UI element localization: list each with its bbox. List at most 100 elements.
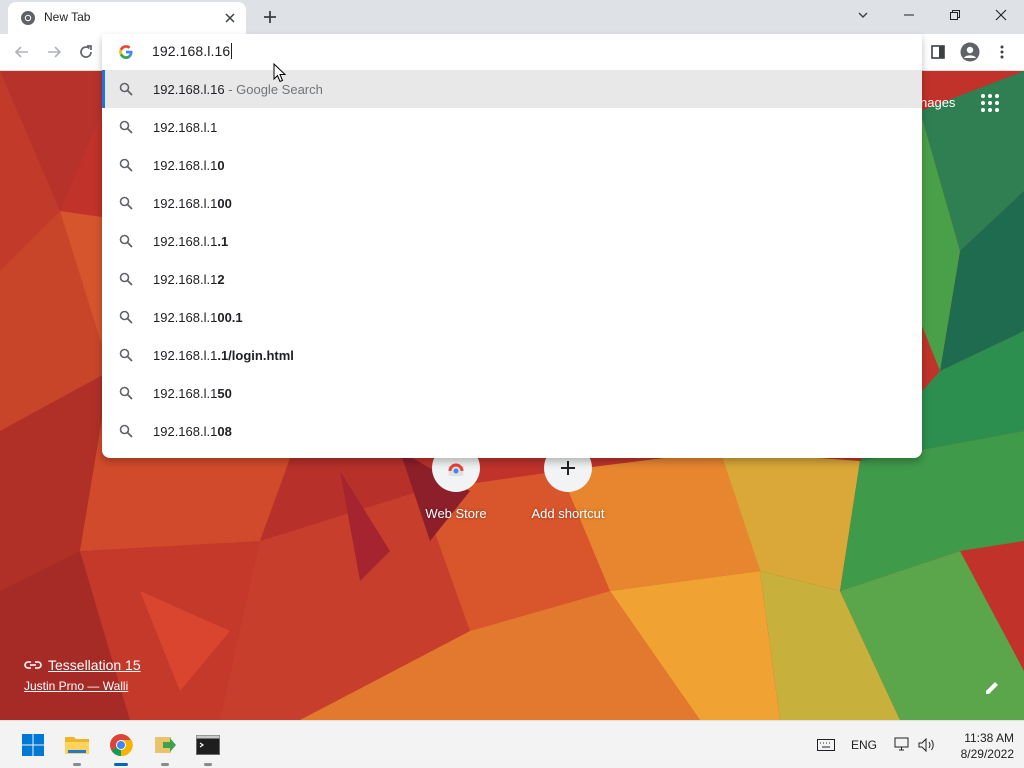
running-indicator — [73, 763, 81, 766]
taskbar-app[interactable] — [149, 729, 181, 766]
system-tray-icons[interactable] — [890, 735, 940, 755]
suggestion-completion: 2 — [217, 272, 225, 287]
touch-keyboard-icon — [817, 739, 835, 751]
active-indicator — [114, 763, 128, 766]
reload-button[interactable] — [74, 40, 98, 64]
keyboard-tray-button[interactable] — [816, 735, 836, 755]
running-indicator — [204, 763, 212, 766]
google-apps-grid-icon[interactable] — [980, 93, 1000, 113]
search-icon — [119, 272, 133, 286]
tab-search-button[interactable] — [840, 0, 886, 30]
attribution-author-link[interactable]: Justin Prno — Walli — [24, 679, 141, 693]
suggestion-prefix: 192.168.l.1 — [153, 234, 218, 249]
suggestion-completion: 50 — [217, 386, 232, 401]
language-indicator[interactable]: ENG — [846, 735, 882, 755]
forward-button[interactable] — [42, 40, 66, 64]
suggestion-prefix: 192.168.l.1 — [153, 348, 218, 363]
clock-time: 11:38 AM — [964, 731, 1014, 745]
search-icon — [119, 82, 133, 96]
attribution-title-link[interactable]: Tessellation 15 — [24, 657, 141, 673]
mouse-pointer-icon — [273, 63, 287, 83]
side-panel-icon — [931, 45, 945, 59]
tab-new-tab[interactable]: New Tab — [8, 2, 246, 34]
omnibox-suggestion[interactable]: 192.168.l.12 — [102, 260, 922, 298]
profile-button[interactable] — [958, 40, 982, 64]
suggestion-prefix: 192.168.l.1 — [153, 424, 218, 439]
suggestion-completion: 00.1 — [217, 310, 243, 325]
minimize-icon — [904, 14, 914, 16]
suggestion-text: 192.168.l.1.1/login.html — [153, 348, 294, 363]
menu-button[interactable] — [990, 40, 1014, 64]
omnibox-suggestion[interactable]: 192.168.l.100.1 — [102, 298, 922, 336]
close-icon — [995, 9, 1007, 21]
address-bar-input[interactable]: 192.168.l.16 — [152, 43, 233, 59]
taskbar-chrome[interactable] — [105, 729, 137, 766]
pencil-edit-icon[interactable] — [983, 679, 1001, 697]
omnibox-suggestion[interactable]: 192.168.l.1 — [102, 108, 922, 146]
start-button[interactable] — [17, 729, 49, 761]
text-caret — [231, 43, 233, 59]
taskbar-clock[interactable]: 11:38 AM 8/29/2022 — [938, 730, 1014, 762]
suggestion-prefix: 192.168.l.1 — [153, 196, 218, 211]
background-attribution: Tessellation 15 Justin Prno — Walli — [24, 657, 141, 693]
close-tab-icon[interactable] — [222, 10, 238, 26]
suggestion-list: 192.168.l.16 - Google Search 192.168.l.1 1… — [102, 70, 922, 450]
minimize-button[interactable] — [886, 0, 932, 30]
back-button[interactable] — [10, 40, 34, 64]
chrome-web-store-icon — [448, 463, 464, 476]
network-icon — [894, 737, 909, 751]
omnibox-suggestion[interactable]: 192.168.l.10 — [102, 146, 922, 184]
suggestion-text: 192.168.l.150 — [153, 386, 232, 401]
taskbar-terminal[interactable] — [192, 729, 224, 766]
side-panel-button[interactable] — [926, 40, 950, 64]
profile-avatar-icon — [960, 42, 980, 62]
omnibox-suggestion[interactable]: 192.168.l.150 — [102, 374, 922, 412]
omnibox-suggestion[interactable]: 192.168.l.1.1/login.html — [102, 336, 922, 374]
clock-date: 8/29/2022 — [960, 747, 1014, 761]
address-bar-value: 192.168.l.16 — [152, 43, 231, 59]
suggestion-completion: 0 — [217, 158, 225, 173]
google-g-icon — [119, 45, 133, 59]
search-icon — [119, 196, 133, 210]
new-tab-plus-icon[interactable] — [258, 5, 282, 29]
restore-icon — [950, 10, 960, 20]
suggestion-text: 192.168.l.12 — [153, 272, 225, 287]
link-icon — [24, 661, 42, 669]
search-icon — [119, 386, 133, 400]
suggestion-text: 192.168.l.100.1 — [153, 310, 243, 325]
omnibox-suggestion[interactable]: 192.168.l.1.1 — [102, 222, 922, 260]
taskbar-file-explorer[interactable] — [61, 729, 93, 766]
chrome-favicon-icon — [21, 11, 35, 25]
plus-icon — [561, 461, 575, 475]
omnibox[interactable]: 192.168.l.16 — [102, 34, 922, 70]
images-link[interactable]: nages — [920, 95, 955, 110]
restore-button[interactable] — [932, 0, 978, 30]
file-explorer-icon — [65, 737, 89, 754]
volume-icon — [918, 737, 934, 753]
suggestion-completion: .1/login.html — [217, 348, 294, 363]
suggestion-text: 192.168.l.100 — [153, 196, 232, 211]
search-icon — [119, 348, 133, 362]
terminal-icon — [196, 735, 220, 755]
close-window-button[interactable] — [978, 0, 1024, 30]
tab-title: New Tab — [44, 10, 91, 24]
forward-arrow-icon — [48, 46, 62, 58]
suggestion-completion: 08 — [217, 424, 232, 439]
shortcut-label: Add shortcut — [531, 506, 605, 521]
search-icon — [119, 424, 133, 438]
reload-icon — [80, 45, 92, 58]
windows-taskbar: ENG 11:38 AM 8/29/2022 — [0, 720, 1024, 768]
shortcut-label: Web Store — [425, 506, 487, 521]
back-arrow-icon — [14, 46, 28, 58]
suggestion-prefix: 192.168.l.16 — [153, 82, 225, 97]
suggestion-prefix: 192.168.l.1 — [153, 158, 218, 173]
suggestion-prefix: 192.168.l.1 — [153, 310, 218, 325]
suggestion-text: 192.168.l.10 — [153, 158, 225, 173]
omnibox-dropdown: 192.168.l.16 192.168.l.16 - Google Searc… — [102, 34, 922, 458]
omnibox-suggestion[interactable]: 192.168.l.16 - Google Search — [102, 70, 922, 108]
omnibox-suggestion[interactable]: 192.168.l.108 — [102, 412, 922, 450]
omnibox-suggestion[interactable]: 192.168.l.100 — [102, 184, 922, 222]
suggestion-text: 192.168.l.108 — [153, 424, 232, 439]
title-bar: New Tab — [0, 0, 1024, 34]
search-icon — [119, 120, 133, 134]
